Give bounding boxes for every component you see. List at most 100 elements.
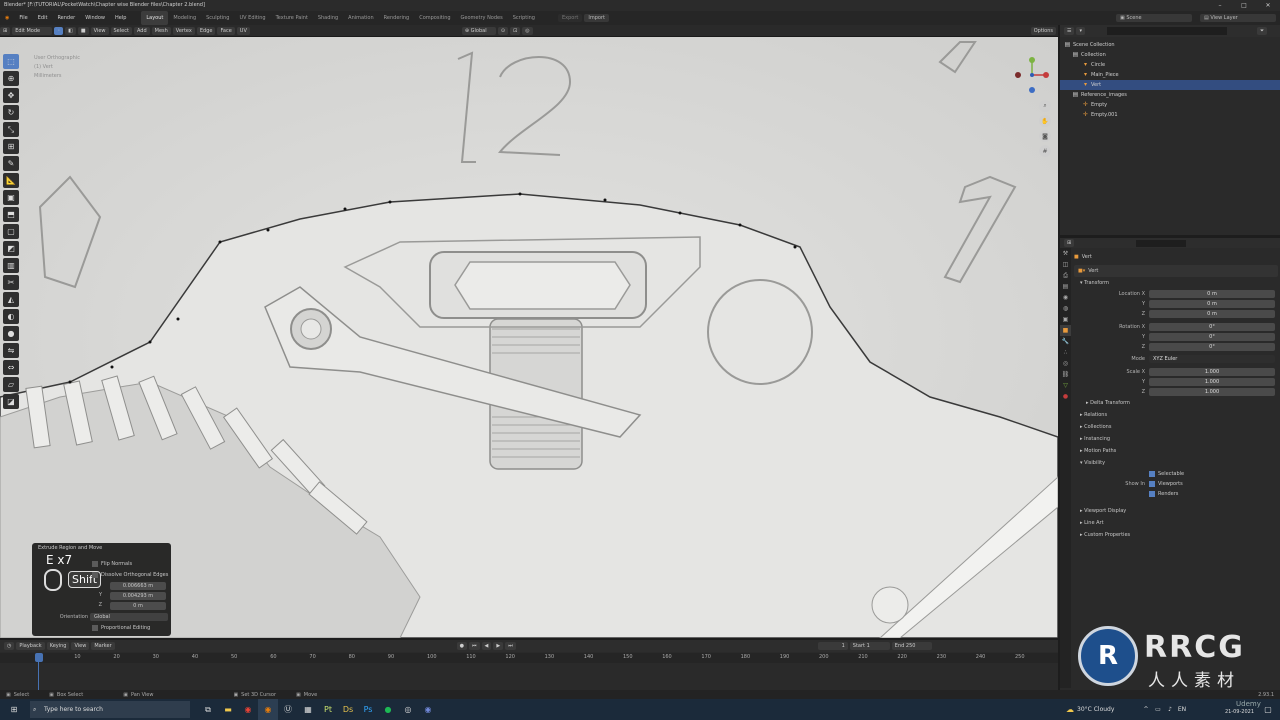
playhead[interactable] <box>35 653 43 662</box>
menu-uv[interactable]: UV <box>236 26 250 35</box>
instancing-header[interactable]: ▸ Instancing <box>1074 433 1278 445</box>
menu-view[interactable]: View <box>90 26 109 35</box>
object-tab-icon[interactable]: ■ <box>1060 325 1071 336</box>
play-icon[interactable]: ▶ <box>493 642 504 650</box>
record-icon[interactable]: ● <box>456 642 468 650</box>
location-x-field[interactable]: 0 m <box>1149 290 1275 298</box>
import-button[interactable]: Import <box>584 14 609 22</box>
constraints-tab-icon[interactable]: ⛓ <box>1060 369 1071 380</box>
volume-icon[interactable]: ♪ <box>1164 699 1176 720</box>
relations-header[interactable]: ▸ Relations <box>1074 409 1278 421</box>
particles-tab-icon[interactable]: ∴ <box>1060 347 1071 358</box>
camera-icon[interactable]: ◙ <box>1039 130 1051 142</box>
edge-slide-tool-icon[interactable]: ⇋ <box>3 343 19 358</box>
selectable-checkbox[interactable] <box>1149 471 1155 477</box>
taskbar-search-box[interactable]: ⌕ Type here to search <box>30 701 190 718</box>
knife-tool-icon[interactable]: ✂ <box>3 275 19 290</box>
windows-start-icon[interactable]: ⊞ <box>4 699 24 720</box>
mode-selector[interactable]: Edit Mode <box>12 26 53 35</box>
outliner-filter-icon[interactable]: ▾ <box>1076 27 1085 35</box>
notification-icon[interactable]: ▢ <box>1258 699 1278 720</box>
outliner-editor-icon[interactable]: ☰ <box>1064 27 1075 35</box>
network-icon[interactable]: ▭ <box>1152 699 1164 720</box>
pan-hand-icon[interactable]: ✋ <box>1039 115 1051 127</box>
spotify-icon[interactable]: ● <box>378 699 398 720</box>
line-art-header[interactable]: ▸ Line Art <box>1074 517 1278 529</box>
workspace-tab-geometry-nodes[interactable]: Geometry Nodes <box>456 11 508 25</box>
proportional-checkbox[interactable] <box>92 625 98 631</box>
menu-edit[interactable]: Edit <box>33 11 53 25</box>
discord-icon[interactable]: ◉ <box>418 699 438 720</box>
output-tab-icon[interactable]: ⎙ <box>1060 270 1071 281</box>
menu-face[interactable]: Face <box>217 26 235 35</box>
timeline-editor-icon[interactable]: ◷ <box>4 642 15 650</box>
collections-header[interactable]: ▸ Collections <box>1074 421 1278 433</box>
outliner-item[interactable]: ▾ Circle <box>1060 60 1280 70</box>
jump-start-icon[interactable]: ⏮ <box>469 642 480 650</box>
visibility-header[interactable]: ▾ Visibility <box>1074 457 1278 469</box>
workspace-tab-rendering[interactable]: Rendering <box>379 11 415 25</box>
dissolve-row[interactable]: Dissolve Orthogonal Edges <box>92 572 168 578</box>
snap-icon[interactable]: ⊡ <box>510 26 521 35</box>
workspace-tab-animation[interactable]: Animation <box>343 11 379 25</box>
orientation-select[interactable]: Global <box>90 613 168 621</box>
outliner-search-input[interactable] <box>1107 27 1227 35</box>
scene-selector[interactable]: ▣ Scene <box>1116 14 1192 22</box>
rip-tool-icon[interactable]: ◪ <box>3 394 19 409</box>
viewport-display-header[interactable]: ▸ Viewport Display <box>1074 505 1278 517</box>
navigation-gizmo[interactable] <box>1012 55 1052 95</box>
extrude-tool-icon[interactable]: ⬒ <box>3 207 19 222</box>
scale-z-field[interactable]: 1.000 <box>1149 388 1275 396</box>
add-cube-tool-icon[interactable]: ▣ <box>3 190 19 205</box>
end-frame-field[interactable]: End 250 <box>891 642 932 650</box>
outliner-item[interactable]: ▤ Collection <box>1060 50 1280 60</box>
maximize-icon[interactable]: □ <box>1232 0 1256 11</box>
flip-normals-checkbox[interactable] <box>92 561 98 567</box>
timeline-ruler[interactable]: 0102030405060708090100110120130140150160… <box>0 653 1058 663</box>
collection-tab-icon[interactable]: ▣ <box>1060 314 1071 325</box>
rotation-x-field[interactable]: 0° <box>1149 323 1275 331</box>
bevel-tool-icon[interactable]: ◩ <box>3 241 19 256</box>
physics-tab-icon[interactable]: ◎ <box>1060 358 1071 369</box>
menu-file[interactable]: File <box>14 11 32 25</box>
workspace-tab-modeling[interactable]: Modeling <box>168 11 201 25</box>
modifier-tab-icon[interactable]: 🔧 <box>1060 336 1071 347</box>
face-select-icon[interactable]: ■ <box>77 26 89 35</box>
chrome-icon[interactable]: ◉ <box>238 699 258 720</box>
zoom-icon[interactable]: ⌕ <box>1039 100 1051 112</box>
proportional-row[interactable]: Proportional Editing <box>92 625 150 631</box>
unreal-icon[interactable]: Ⓤ <box>278 699 298 720</box>
rotation-mode-select[interactable]: XYZ Euler <box>1149 355 1275 363</box>
options-button[interactable]: Options <box>1030 26 1056 35</box>
transform-tool-icon[interactable]: ⊞ <box>3 139 19 154</box>
menu-edge[interactable]: Edge <box>196 26 216 35</box>
blender-taskbar-icon[interactable]: ◉ <box>258 699 278 720</box>
scale-tool-icon[interactable]: ⤡ <box>3 122 19 137</box>
spin-tool-icon[interactable]: ◐ <box>3 309 19 324</box>
world-tab-icon[interactable]: ◍ <box>1060 303 1071 314</box>
menu-render[interactable]: Render <box>52 11 80 25</box>
scene-tab-icon[interactable]: ◉ <box>1060 292 1071 303</box>
menu-window[interactable]: Window <box>80 11 110 25</box>
outliner-item[interactable]: ▾ Vert <box>1060 80 1280 90</box>
current-frame-field[interactable]: 1 <box>817 642 848 650</box>
properties-search-input[interactable] <box>1136 239 1187 247</box>
outliner-item[interactable]: ✛ Empty.001 <box>1060 110 1280 120</box>
language-icon[interactable]: EN <box>1176 699 1188 720</box>
menu-marker[interactable]: Marker <box>91 642 115 650</box>
play-reverse-icon[interactable]: ◀ <box>481 642 492 650</box>
outliner-item[interactable]: ▤ Scene Collection <box>1060 40 1280 50</box>
grid-view-icon[interactable]: # <box>1039 145 1051 157</box>
outliner-item[interactable]: ▤ Reference_images <box>1060 90 1280 100</box>
menu-timeline-view[interactable]: View <box>71 642 90 650</box>
scale-x-field[interactable]: 1.000 <box>1149 368 1275 376</box>
workspace-tab-layout[interactable]: Layout <box>141 11 169 25</box>
tool-tab-icon[interactable]: ⚒ <box>1060 248 1071 259</box>
substance-painter-icon[interactable]: Pt <box>318 699 338 720</box>
menu-mesh[interactable]: Mesh <box>151 26 171 35</box>
render-tab-icon[interactable]: ◫ <box>1060 259 1071 270</box>
motion-paths-header[interactable]: ▸ Motion Paths <box>1074 445 1278 457</box>
outliner-item[interactable]: ▾ Main_Piece <box>1060 70 1280 80</box>
rotation-z-field[interactable]: 0° <box>1149 343 1275 351</box>
renders-checkbox[interactable] <box>1149 491 1155 497</box>
